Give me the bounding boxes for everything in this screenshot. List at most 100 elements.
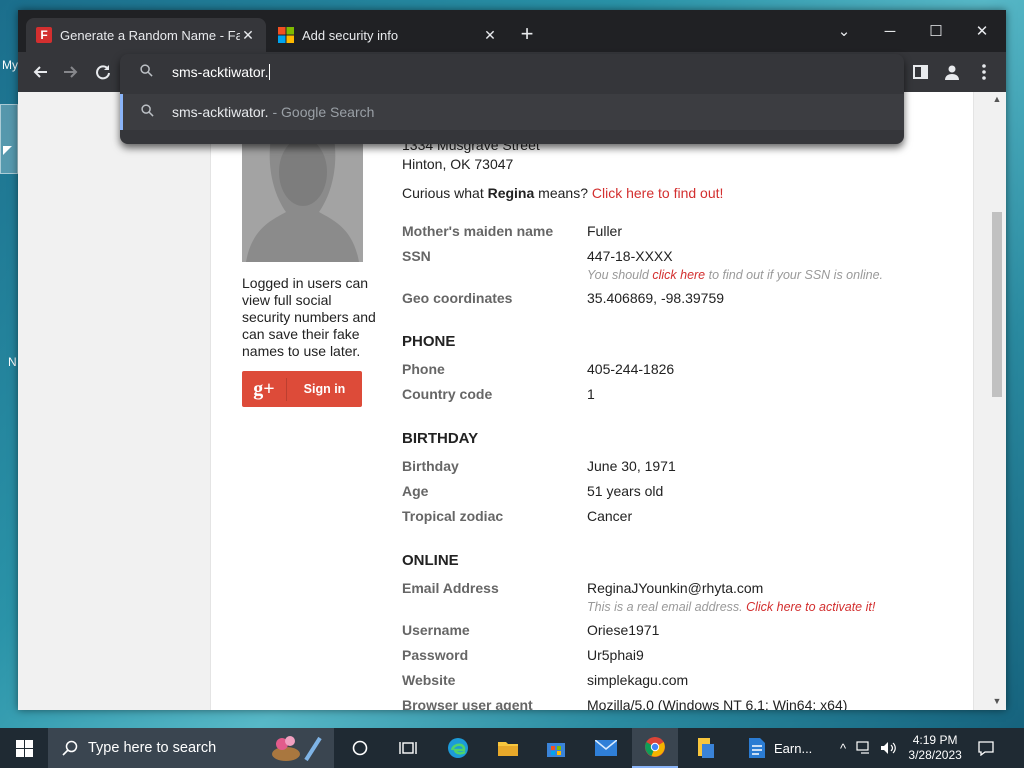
- detail-label: Website: [402, 672, 456, 688]
- tab-title: Add security info: [302, 27, 399, 43]
- cortana-icon[interactable]: [340, 728, 380, 768]
- mouse-cursor-icon: [3, 146, 12, 155]
- notifications-icon[interactable]: [978, 740, 994, 756]
- detail-value: 1: [587, 386, 595, 402]
- detail-value: 405-244-1826: [587, 361, 675, 377]
- ssn-check-link[interactable]: click here: [652, 268, 705, 282]
- tab-close-icon[interactable]: ✕: [240, 27, 256, 44]
- file-explorer-icon[interactable]: [488, 728, 528, 768]
- tab-title: Generate a Random Name - Fake: [60, 27, 240, 43]
- email-note-prefix: This is a real email address.: [587, 600, 747, 614]
- earn-app-label: Earn...: [774, 740, 813, 756]
- tab-close-icon[interactable]: ✕: [482, 27, 498, 44]
- clock-date: 3/28/2023: [908, 748, 962, 762]
- forward-arrow-icon[interactable]: [59, 60, 83, 84]
- tab-strip: F Generate a Random Name - Fake ✕ Add se…: [18, 10, 1006, 52]
- windows-taskbar: Type here to search Earn... ^ 4:19 PM 3/…: [0, 728, 1024, 768]
- mail-icon[interactable]: [586, 728, 626, 768]
- search-icon: [120, 64, 172, 80]
- page-viewport: Logged in users can view full social sec…: [18, 92, 988, 710]
- detail-label: Country code: [402, 386, 493, 402]
- reload-icon[interactable]: [91, 60, 115, 84]
- section-heading-phone: PHONE: [402, 333, 456, 350]
- detail-label: Email Address: [402, 580, 499, 596]
- section-heading-online: ONLINE: [402, 552, 459, 569]
- clock[interactable]: 4:19 PM 3/28/2023: [906, 733, 964, 763]
- profile-avatar-icon[interactable]: [940, 60, 964, 84]
- pinned-app-icon[interactable]: [686, 728, 726, 768]
- minimize-button[interactable]: ─: [867, 16, 913, 46]
- detail-value: Cancer: [587, 508, 633, 524]
- detail-value: 51 years old: [587, 483, 664, 499]
- curious-prefix: Curious what: [402, 185, 488, 201]
- search-icon: [62, 740, 78, 756]
- detail-label: Birthday: [402, 458, 459, 474]
- tab-fake-name[interactable]: F Generate a Random Name - Fake ✕: [26, 18, 266, 52]
- suggestion-suffix: - Google Search: [272, 104, 375, 120]
- chrome-icon[interactable]: [632, 728, 678, 768]
- back-arrow-icon[interactable]: [28, 60, 52, 84]
- desktop-label-n[interactable]: N: [8, 355, 17, 369]
- login-promo-text: Logged in users can view full social sec…: [242, 275, 376, 359]
- taskbar-search-placeholder: Type here to search: [88, 740, 217, 756]
- ssn-note-suffix: to find out if your SSN is online.: [705, 268, 884, 282]
- detail-value: Oriese1971: [587, 622, 660, 638]
- first-name: Regina: [487, 185, 535, 201]
- document-icon: [748, 737, 766, 759]
- profile-silhouette-image: [242, 132, 363, 262]
- detail-label: Password: [402, 647, 469, 663]
- suggestion-query: sms-acktiwator.: [172, 104, 269, 120]
- edge-icon[interactable]: [438, 728, 478, 768]
- text-caret: [269, 64, 271, 80]
- system-tray: ^ 4:19 PM 3/28/2023: [838, 728, 1024, 768]
- curious-mid: means?: [534, 185, 592, 201]
- detail-value: Mozilla/5.0 (Windows NT 6.1; Win64; x64): [587, 697, 848, 710]
- detail-value: Ur5phai9: [587, 647, 644, 663]
- windows-start-icon[interactable]: [0, 728, 48, 768]
- task-view-icon[interactable]: [388, 728, 428, 768]
- detail-label: Mother's maiden name: [402, 223, 554, 239]
- name-meaning-line: Curious what Regina means? Click here to…: [402, 185, 723, 201]
- clock-time: 4:19 PM: [912, 733, 958, 747]
- microsoft-store-icon[interactable]: [536, 728, 576, 768]
- detail-value: Fuller: [587, 223, 623, 239]
- address-bar[interactable]: sms-acktiwator.: [120, 54, 904, 90]
- google-signin-button[interactable]: g+ Sign in: [242, 371, 362, 407]
- detail-value: simplekagu.com: [587, 672, 689, 688]
- taskbar-earn-app[interactable]: Earn...: [748, 728, 834, 768]
- omnibox-dropdown: sms-acktiwator. sms-acktiwator. - Google…: [120, 54, 904, 144]
- address-line-2: Hinton, OK 73047: [402, 156, 514, 172]
- detail-value: 447-18-XXXX: [587, 248, 673, 264]
- browser-toolbar: sms-acktiwator. sms-acktiwator. - Google…: [18, 52, 1006, 144]
- scroll-thumb[interactable]: [992, 212, 1002, 397]
- name-meaning-link[interactable]: Click here to find out!: [592, 185, 724, 201]
- side-panel-icon[interactable]: [908, 60, 932, 84]
- new-tab-button[interactable]: +: [516, 23, 538, 46]
- geo-coordinates-link[interactable]: 35.406869, -98.39759: [587, 290, 724, 306]
- detail-label: Tropical zodiac: [402, 508, 504, 524]
- detail-value: June 30, 1971: [587, 458, 676, 474]
- page-scrollbar[interactable]: ▲ ▼: [988, 92, 1006, 710]
- volume-icon[interactable]: [880, 741, 896, 755]
- search-icon: [123, 104, 172, 120]
- chevron-up-icon[interactable]: ^: [840, 741, 846, 756]
- taskbar-search-box[interactable]: Type here to search: [48, 728, 334, 768]
- desktop-label-my[interactable]: My: [2, 58, 18, 72]
- network-icon[interactable]: [856, 741, 872, 755]
- ssn-note-prefix: You should: [587, 268, 653, 282]
- desktop-selected-icon[interactable]: [0, 104, 18, 174]
- address-input-text[interactable]: sms-acktiwator.: [172, 64, 268, 80]
- detail-label: Geo coordinates: [402, 290, 513, 306]
- omnibox-suggestion[interactable]: sms-acktiwator. - Google Search: [120, 94, 904, 130]
- scroll-down-arrow-icon[interactable]: ▼: [992, 696, 1002, 706]
- browser-window: F Generate a Random Name - Fake ✕ Add se…: [18, 10, 1006, 710]
- scroll-up-arrow-icon[interactable]: ▲: [992, 94, 1002, 104]
- maximize-button[interactable]: ☐: [913, 16, 959, 46]
- activate-email-link[interactable]: Click here to activate it!: [746, 600, 875, 614]
- menu-kebab-icon[interactable]: [972, 60, 996, 84]
- close-window-button[interactable]: ✕: [959, 16, 1005, 46]
- detail-label: Username: [402, 622, 470, 638]
- tab-search-dropdown-icon[interactable]: ⌄: [821, 16, 867, 46]
- tab-security-info[interactable]: Add security info ✕: [268, 18, 508, 52]
- detail-label: SSN: [402, 248, 431, 264]
